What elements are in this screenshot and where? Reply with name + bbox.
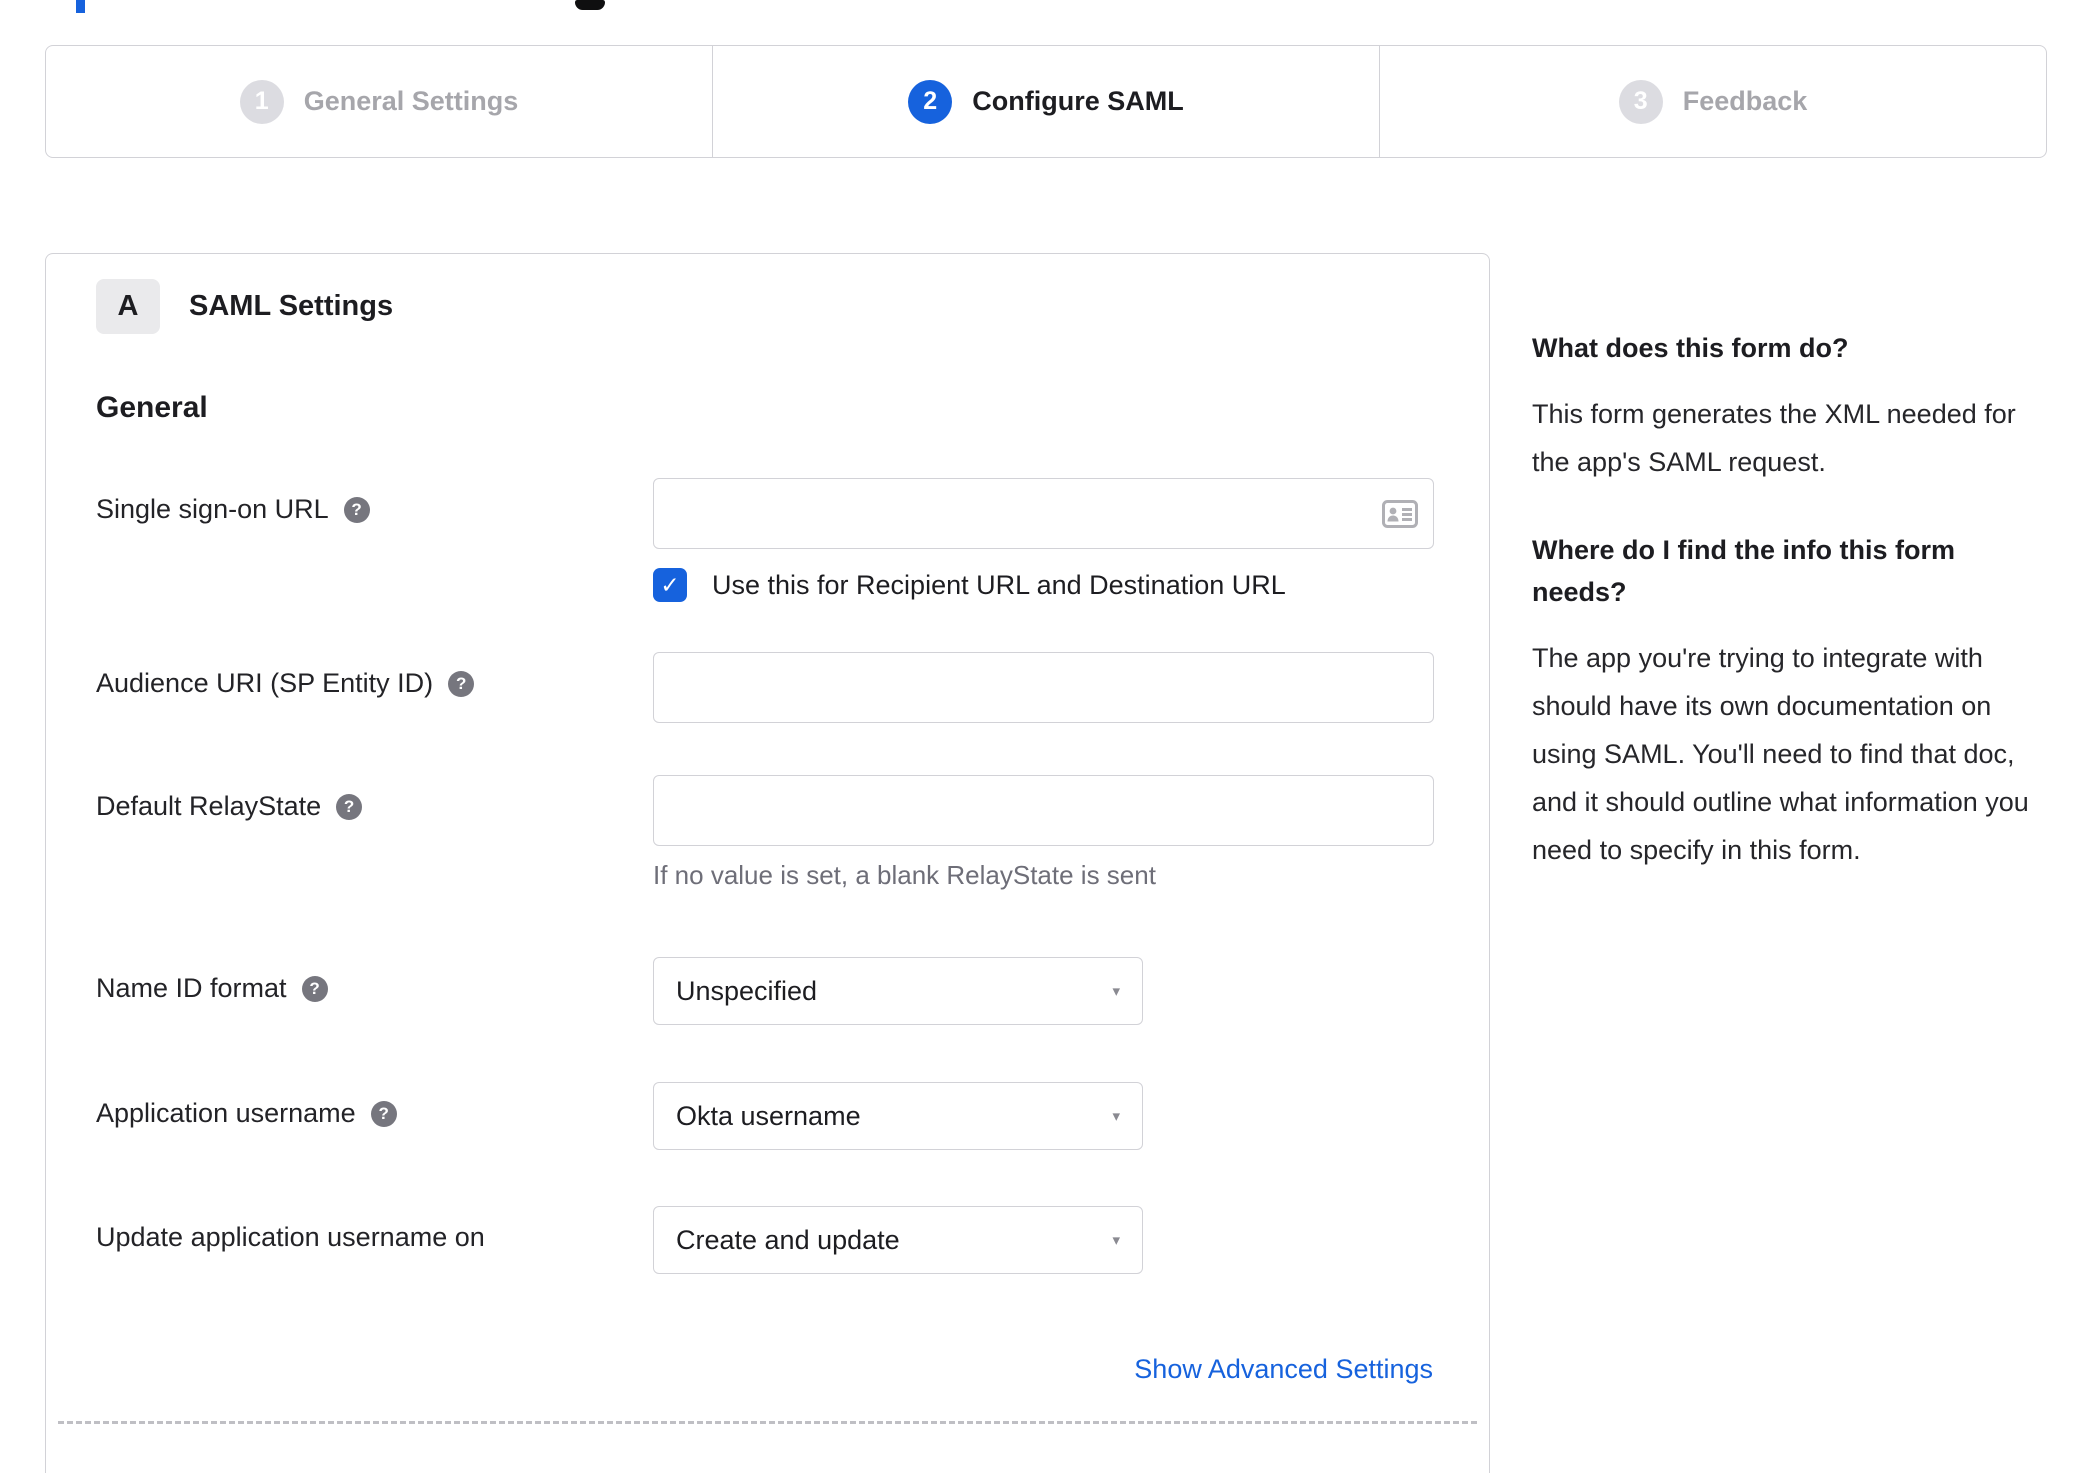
- recipient-url-checkbox-row: ✓ Use this for Recipient URL and Destina…: [653, 568, 1434, 602]
- section-a-badge: A: [96, 279, 160, 334]
- relay-state-label: Default RelayState: [96, 791, 322, 821]
- update-username-select[interactable]: Create and update ▾: [653, 1206, 1143, 1274]
- sso-url-row: Single sign-on URL ? ✓ Use this for Reci…: [96, 478, 1434, 602]
- application-username-help-icon[interactable]: ?: [370, 1100, 397, 1127]
- recipient-url-checkbox-label: Use this for Recipient URL and Destinati…: [712, 569, 1286, 600]
- audience-uri-input[interactable]: [653, 652, 1434, 723]
- update-username-value: Create and update: [676, 1224, 900, 1255]
- step-3-number-badge: 3: [1618, 79, 1663, 124]
- clipped-title-cursor-artifact: [76, 0, 85, 13]
- help-answer-2: The app you're trying to integrate with …: [1532, 642, 2029, 865]
- dropdown-arrow-icon: ▾: [1112, 1232, 1120, 1249]
- relay-state-input[interactable]: [653, 775, 1434, 846]
- help-question-1: What does this form do?: [1532, 333, 1849, 363]
- sso-url-label-group: Single sign-on URL ?: [96, 478, 653, 525]
- wizard-stepper: 1 General Settings 2 Configure SAML 3 Fe…: [45, 45, 2047, 158]
- dropdown-arrow-icon: ▾: [1112, 1108, 1120, 1125]
- name-id-format-label: Name ID format: [96, 973, 287, 1003]
- update-username-row: Update application username on Create an…: [96, 1206, 1433, 1274]
- saml-settings-panel: A SAML Settings General Single sign-on U…: [45, 253, 1490, 1473]
- name-id-format-select[interactable]: Unspecified ▾: [653, 957, 1143, 1025]
- dropdown-arrow-icon: ▾: [1112, 983, 1120, 1000]
- step-2-number-badge: 2: [908, 79, 953, 124]
- name-id-format-help-icon[interactable]: ?: [301, 975, 328, 1002]
- relay-state-help-icon[interactable]: ?: [336, 793, 363, 820]
- audience-uri-row: Audience URI (SP Entity ID) ?: [96, 652, 1434, 723]
- update-username-label-group: Update application username on: [96, 1206, 653, 1253]
- application-username-row: Application username ? Okta username ▾: [96, 1082, 1433, 1150]
- step-feedback[interactable]: 3 Feedback: [1379, 46, 2046, 157]
- relay-state-row: Default RelayState ? If no value is set,…: [96, 775, 1434, 891]
- audience-uri-help-icon[interactable]: ?: [448, 670, 475, 697]
- step-configure-saml[interactable]: 2 Configure SAML: [712, 46, 1379, 157]
- panel-header: A SAML Settings: [96, 279, 1433, 334]
- sso-url-input[interactable]: [653, 478, 1434, 549]
- sso-url-help-icon[interactable]: ?: [343, 496, 370, 523]
- application-username-value: Okta username: [676, 1100, 861, 1131]
- step-2-label: Configure SAML: [972, 86, 1184, 116]
- relay-state-label-group: Default RelayState ?: [96, 775, 653, 822]
- relay-state-hint: If no value is set, a blank RelayState i…: [653, 860, 1156, 890]
- name-id-format-value: Unspecified: [676, 975, 818, 1006]
- help-question-2: Where do I find the info this form needs…: [1532, 534, 1955, 607]
- step-1-label: General Settings: [303, 86, 519, 116]
- step-1-number-badge: 1: [239, 79, 284, 124]
- application-username-select[interactable]: Okta username ▾: [653, 1082, 1143, 1150]
- sso-url-label: Single sign-on URL: [96, 494, 329, 524]
- name-id-format-label-group: Name ID format ?: [96, 957, 653, 1004]
- audience-uri-label: Audience URI (SP Entity ID): [96, 668, 434, 698]
- recipient-url-checkbox[interactable]: ✓: [653, 568, 687, 602]
- step-3-label: Feedback: [1682, 86, 1808, 116]
- help-answer-1: This form generates the XML needed for t…: [1532, 398, 2016, 477]
- advanced-settings-row: Show Advanced Settings: [96, 1354, 1433, 1385]
- section-dashed-divider: [58, 1421, 1477, 1424]
- update-username-label: Update application username on: [96, 1222, 485, 1252]
- help-sidebar: What does this form do? This form genera…: [1532, 328, 2048, 874]
- clipped-title-icon-artifact: [575, 0, 605, 10]
- panel-title: SAML Settings: [189, 290, 394, 322]
- audience-uri-label-group: Audience URI (SP Entity ID) ?: [96, 652, 653, 699]
- general-section-heading: General: [96, 391, 208, 424]
- step-general-settings[interactable]: 1 General Settings: [46, 46, 712, 157]
- show-advanced-settings-link[interactable]: Show Advanced Settings: [1134, 1354, 1433, 1384]
- contact-card-icon: [1382, 500, 1418, 528]
- application-username-label: Application username: [96, 1098, 356, 1128]
- name-id-format-row: Name ID format ? Unspecified ▾: [96, 957, 1433, 1025]
- application-username-label-group: Application username ?: [96, 1082, 653, 1129]
